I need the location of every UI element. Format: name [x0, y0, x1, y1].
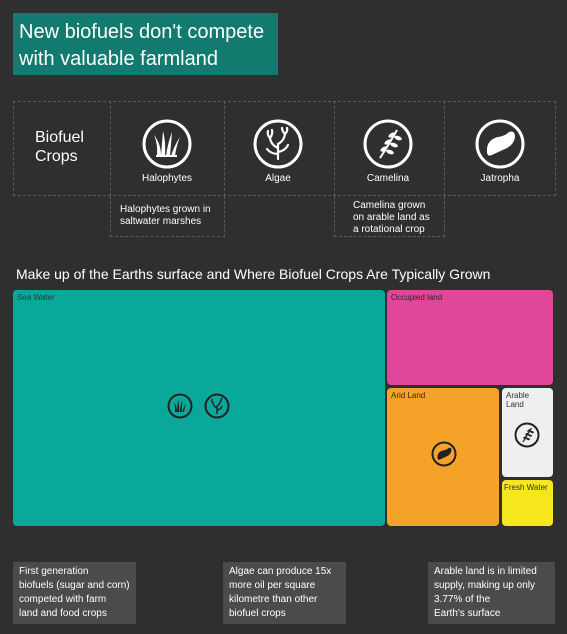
- grass-icon: [167, 393, 193, 419]
- footnote-algae: Algae can produce 15x more oil per squar…: [223, 562, 346, 624]
- tile-label-sea-water: Sea Water: [17, 293, 55, 302]
- crop-name-halophytes: Halophytes: [141, 173, 193, 184]
- tile-label-arable-land: Arable Land: [506, 391, 529, 409]
- crops-label-line-2: Crops: [35, 148, 78, 165]
- tile-label-occupied-land: Occupied land: [391, 293, 443, 302]
- camelina-note: Camelina grown on arable land as a rotat…: [334, 196, 445, 237]
- footnote-line: biofuels (sugar and corn): [19, 580, 130, 591]
- seed-icon: [431, 441, 457, 467]
- column-divider: [334, 101, 335, 196]
- tile-fresh-water: Fresh Water: [502, 480, 553, 526]
- tile-arable-land: Arable Land: [502, 388, 553, 477]
- title-line-1: New biofuels don't compete: [19, 21, 265, 43]
- note-line: Halophytes grown in: [120, 204, 211, 215]
- seaweed-icon: [252, 118, 304, 170]
- tile-label-arid-land: Arid Land: [391, 391, 426, 400]
- tile-arid-land: Arid Land: [387, 388, 499, 526]
- column-divider: [110, 101, 111, 196]
- footnote-line: more oil per square: [229, 580, 316, 591]
- seed-icon: [474, 118, 526, 170]
- note-line: on arable land as: [353, 212, 430, 223]
- label-line: Arable: [506, 391, 530, 400]
- footnote-line: 3.77% of the: [434, 594, 491, 605]
- note-line: a rotational crop: [353, 224, 425, 235]
- crop-name-camelina: Camelina: [366, 173, 410, 184]
- camelina-sprig-icon: [514, 422, 540, 448]
- label-line: Land: [506, 400, 524, 409]
- note-line: saltwater marshes: [120, 216, 202, 227]
- halophytes-note: Halophytes grown in saltwater marshes: [110, 196, 225, 237]
- footnote-line: supply, making up only: [434, 580, 535, 591]
- note-line: Camelina grown: [353, 200, 426, 211]
- camelina-sprig-icon: [362, 118, 414, 170]
- column-divider: [444, 101, 445, 196]
- crop-name-jatropha: Jatropha: [480, 173, 520, 184]
- section-heading: Make up of the Earths surface and Where …: [16, 266, 491, 282]
- crops-label-line-1: Biofuel: [35, 129, 84, 146]
- footnote-line: Algae can produce 15x: [229, 566, 332, 577]
- footnote-line: Arable land is in limited: [434, 566, 537, 577]
- tile-sea-water: Sea Water: [13, 290, 385, 526]
- seaweed-icon: [204, 393, 230, 419]
- crop-name-algae: Algae: [265, 173, 291, 184]
- footnote-line: competed with farm: [19, 594, 107, 605]
- footnote-line: biofuel crops: [229, 608, 286, 619]
- footnote-line: Earth's surface: [434, 608, 501, 619]
- tile-occupied-land: Occupied land: [387, 290, 553, 385]
- footnote-line: land and food crops: [19, 608, 107, 619]
- footnote-first-generation: First generation biofuels (sugar and cor…: [13, 562, 136, 624]
- footnote-line: First generation: [19, 566, 89, 577]
- column-divider: [224, 101, 225, 196]
- footnote-arable: Arable land is in limited supply, making…: [428, 562, 555, 624]
- footnote-line: kilometre than other: [229, 594, 318, 605]
- biofuel-crops-label: Biofuel Crops: [35, 128, 105, 166]
- tile-label-fresh-water: Fresh Water: [504, 483, 548, 492]
- title-banner: New biofuels don't compete with valuable…: [13, 13, 278, 75]
- title-line-2: with valuable farmland: [19, 48, 218, 70]
- grass-icon: [141, 118, 193, 170]
